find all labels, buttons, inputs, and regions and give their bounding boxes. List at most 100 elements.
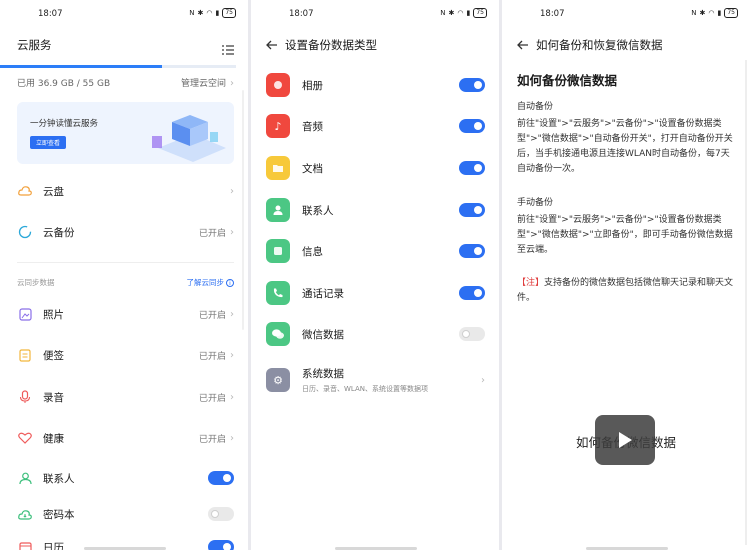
learn-sync-label: 了解云同步 [186,278,225,287]
wifi-icon: ◠ [708,9,715,17]
battery-icon: 75 [724,8,738,18]
list-item-notes[interactable]: 便签 已开启 › [17,335,234,375]
backup-item-label: 音频 [302,120,323,133]
status-icons: N ✱ ◠ ▮ 75 [189,8,236,18]
list-item-photos[interactable]: 照片 已开启 › [17,294,234,334]
call-log-backup-toggle[interactable] [459,286,485,300]
heart-icon [17,430,33,446]
backup-item-label: 微信数据 [302,328,344,341]
status-time: 18:07 [540,9,565,19]
signal-icon: ▮ [717,9,722,17]
back-arrow-icon[interactable] [265,38,279,52]
back-arrow-icon[interactable] [516,38,530,52]
list-item-label: 健康 [43,432,64,445]
sync-section-header: 云同步数据 了解云同步 i [17,277,234,288]
calendar-sync-toggle[interactable] [208,540,234,550]
backup-item-wechat[interactable]: 微信数据 [266,313,485,355]
status-time: 18:07 [38,9,63,19]
cloud-service-screen: 18:07 N ✱ ◠ ▮ 75 云服务 已用 36.9 GB / 55 GB … [0,0,248,550]
learn-sync-link[interactable]: 了解云同步 i [186,277,234,288]
photo-icon [17,306,33,322]
cloud-key-icon [17,506,33,522]
note-paragraph: 【注】支持备份的微信数据包括微信聊天记录和聊天文件。 [517,276,736,306]
backup-item-label: 相册 [302,79,323,92]
list-item-cloud-drive[interactable]: 云盘 › [17,171,234,211]
manage-storage-link[interactable]: 管理云空间 › [181,76,234,89]
folder-icon [266,156,290,180]
wechat-icon [266,322,290,346]
backup-item-call-log[interactable]: 通话记录 [266,272,485,314]
status-bar: 18:07 N ✱ ◠ ▮ 75 [502,0,750,28]
system-data-text: 系统数据 日历、录音、WLAN、系统设置等数据项 [302,366,477,394]
nfc-icon: N [189,9,195,17]
scrollbar[interactable] [242,90,244,330]
play-button[interactable] [595,415,655,465]
note-text: 支持备份的微信数据包括微信聊天记录和聊天文件。 [517,278,734,303]
wifi-icon: ◠ [457,9,464,17]
list-item-label: 云备份 [43,226,75,239]
list-item-recorder[interactable]: 录音 已开启 › [17,377,234,417]
chevron-right-icon: › [230,432,234,444]
bluetooth-icon: ✱ [197,9,204,17]
backup-item-messages[interactable]: 信息 [266,230,485,272]
guide-article: 如何备份微信数据 自动备份 前往"设置">"云服务">"云备份">"设置备份数据… [517,70,736,324]
list-item-label: 便签 [43,349,64,362]
status-icons: N ✱ ◠ ▮ 75 [440,8,487,18]
manual-backup-title: 手动备份 [517,198,554,208]
status-text: 已开启 [198,351,226,362]
list-item-cloud-backup[interactable]: 云备份 已开启 › [17,212,234,252]
list-item-contacts[interactable]: 联系人 [17,458,234,498]
chevron-right-icon: › [230,391,234,403]
wechat-backup-toggle[interactable] [459,327,485,341]
documents-backup-toggle[interactable] [459,161,485,175]
storage-progress-bar [0,65,236,68]
list-item-label: 联系人 [43,472,75,485]
page-title: 设置备份数据类型 [285,38,377,52]
status-bar: 18:07 N ✱ ◠ ▮ 75 [251,0,499,28]
list-item-label: 照片 [43,308,64,321]
contact-icon [266,198,290,222]
backup-item-album[interactable]: 相册 [266,64,485,106]
banner-text: 一分钟读懂云服务 [30,119,99,129]
backup-item-label: 联系人 [302,204,334,217]
status-bar: 18:07 N ✱ ◠ ▮ 75 [0,0,248,28]
storage-row[interactable]: 已用 36.9 GB / 55 GB 管理云空间 › [17,76,234,89]
password-book-sync-toggle[interactable] [208,507,234,521]
bluetooth-icon: ✱ [448,9,455,17]
banner-button[interactable]: 立即查看 [30,136,67,149]
wifi-icon: ◠ [206,9,213,17]
backup-item-system-data[interactable]: ⚙ 系统数据 日历、录音、WLAN、系统设置等数据项 › [266,357,485,403]
status-text: 已开启 [198,228,226,239]
audio-backup-toggle[interactable] [459,119,485,133]
divider [17,262,234,263]
status-text: 已开启 [198,434,226,445]
promo-banner[interactable]: 一分钟读懂云服务 立即查看 [17,102,234,164]
contact-icon [17,470,33,486]
messages-backup-toggle[interactable] [459,244,485,258]
list-item-label: 密码本 [43,508,75,521]
page-title: 云服务 [17,38,52,52]
album-backup-toggle[interactable] [459,78,485,92]
calendar-icon [17,539,33,550]
backup-item-label: 系统数据 [302,368,344,380]
backup-item-contacts[interactable]: 联系人 [266,189,485,231]
backup-data-type-screen: 18:07 N ✱ ◠ ▮ 75 设置备份数据类型 相册 ♪ 音频 文档 联系人… [251,0,499,550]
contacts-sync-toggle[interactable] [208,471,234,485]
auto-backup-text: 前往"设置">"云服务">"云备份">"设置备份数据类型">"微信数据">"自动… [517,119,733,174]
list-item-label: 云盘 [43,185,64,198]
video-player[interactable]: 如何备份微信数据 [502,415,750,467]
manage-storage-label: 管理云空间 [180,79,226,89]
music-note-icon: ♪ [266,114,290,138]
chevron-right-icon: › [230,78,234,89]
list-menu-icon[interactable] [222,40,234,59]
contacts-backup-toggle[interactable] [459,203,485,217]
scrollbar[interactable] [745,60,747,545]
notes-icon [17,347,33,363]
chevron-right-icon: › [230,349,234,361]
play-icon [619,432,632,448]
status-text: 已开启 [198,310,226,321]
backup-item-audio[interactable]: ♪ 音频 [266,105,485,147]
backup-item-documents[interactable]: 文档 [266,147,485,189]
backup-item-label: 信息 [302,245,323,258]
list-item-health[interactable]: 健康 已开启 › [17,418,234,458]
